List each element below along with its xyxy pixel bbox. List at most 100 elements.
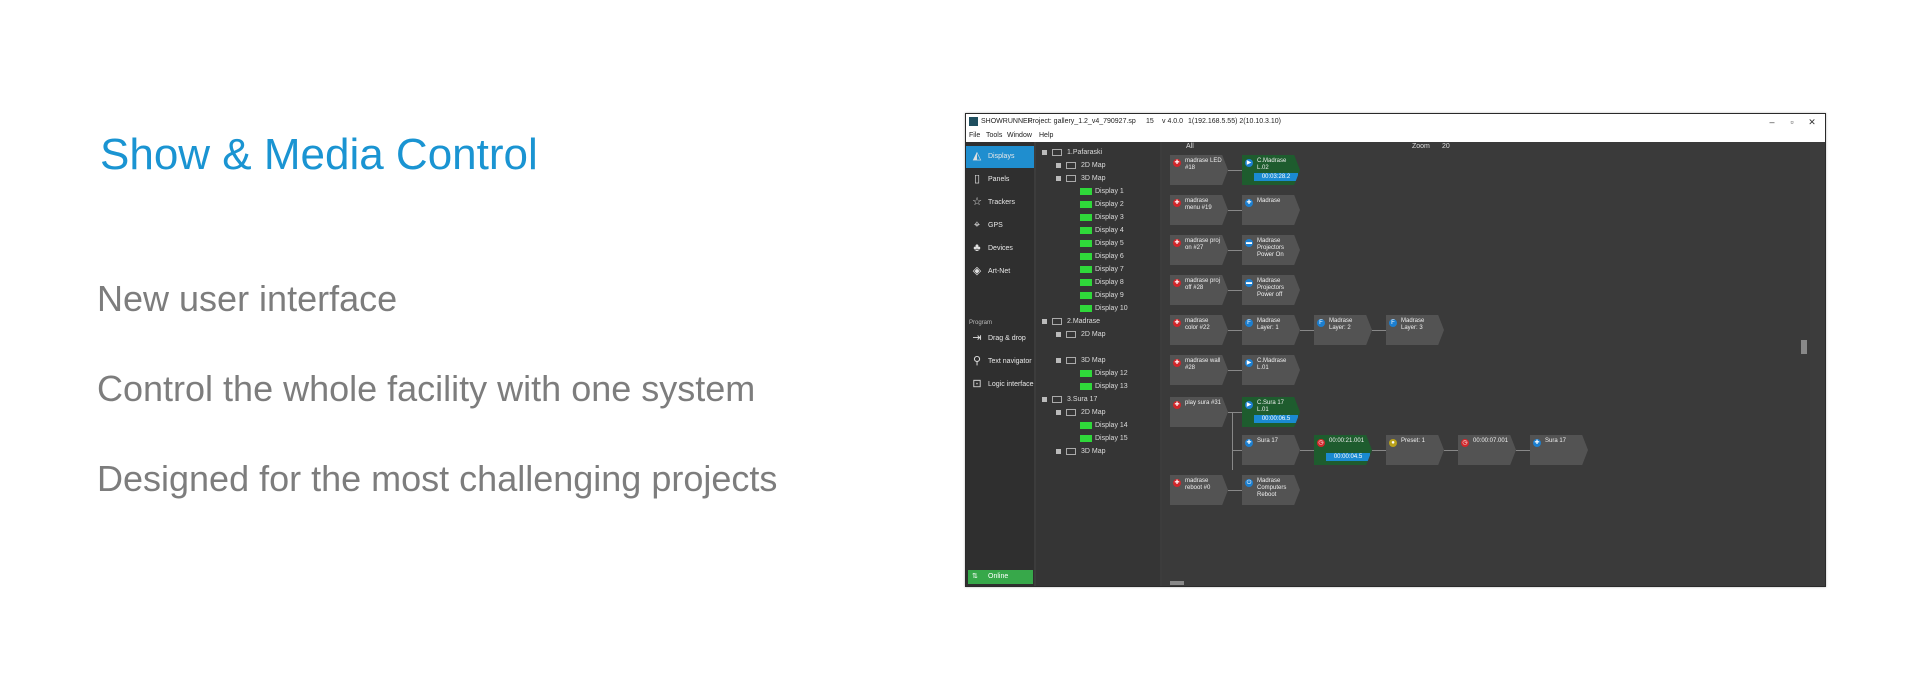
- sidebar-item-panels[interactable]: ▯ Panels: [966, 169, 1034, 191]
- node-title: Madrase Layer: 2: [1329, 318, 1353, 331]
- drag-drop-icon: ⇥: [972, 332, 982, 344]
- expand-toggle-icon[interactable]: [1056, 163, 1061, 168]
- logic-node[interactable]: ✚ madrase wall #28: [1170, 355, 1228, 385]
- tree-item-map[interactable]: 3D Map: [1036, 446, 1160, 458]
- slide-headline: Show & Media Control: [100, 130, 538, 179]
- sidebar-item-logic-interface[interactable]: ⊡ Logic interface: [966, 374, 1034, 396]
- node-connector: [1228, 290, 1242, 291]
- zoom-value[interactable]: 20: [1442, 143, 1450, 150]
- logic-node[interactable]: ▶ C.Sura 17 L.01 00:00:06.5: [1242, 397, 1300, 427]
- tree-item-group[interactable]: 1.Pafaraski: [1036, 147, 1160, 159]
- minimize-button[interactable]: –: [1762, 114, 1782, 130]
- expand-toggle-icon[interactable]: [1042, 150, 1047, 155]
- logic-node[interactable]: ● Preset: 1: [1386, 435, 1444, 465]
- action-icon: F: [1317, 319, 1325, 327]
- logic-node[interactable]: ▬ Madrase Projectors Power off: [1242, 275, 1300, 305]
- expand-toggle-icon[interactable]: [1056, 332, 1061, 337]
- node-title: Madrase Layer: 3: [1401, 318, 1425, 331]
- tree-item-display[interactable]: Display 13: [1036, 381, 1160, 393]
- logic-node[interactable]: ✚ play sura #31: [1170, 397, 1228, 427]
- vertical-scrollbar[interactable]: [1800, 142, 1808, 586]
- tree-item-display[interactable]: Display 3: [1036, 212, 1160, 224]
- logic-canvas[interactable]: All Zoom 20 ✚ madrase LED #18 ▶ C.Madrase L…: [1162, 142, 1810, 586]
- sidebar-item-label: Trackers: [988, 199, 1015, 206]
- tree-item-map[interactable]: 2D Map: [1036, 407, 1160, 419]
- display-icon: [1080, 435, 1092, 442]
- tree-item-label: 2D Map: [1081, 162, 1106, 169]
- logic-node[interactable]: F Madrase Layer: 1: [1242, 315, 1300, 345]
- tree-item-map[interactable]: 3D Map: [1036, 173, 1160, 185]
- close-button[interactable]: ✕: [1802, 114, 1822, 130]
- logic-node[interactable]: ◷ 00:00:21.001 00:00:04.5: [1314, 435, 1372, 465]
- tree-item-display[interactable]: Display 2: [1036, 199, 1160, 211]
- expand-toggle-icon[interactable]: [1042, 397, 1047, 402]
- tree-item-group[interactable]: 3.Sura 17: [1036, 394, 1160, 406]
- person-icon: ☆: [972, 196, 982, 208]
- logic-node[interactable]: ✚ Sura 17: [1530, 435, 1588, 465]
- tree-item-display[interactable]: Display 1: [1036, 186, 1160, 198]
- display-icon: [1080, 292, 1092, 299]
- sidebar-item-drag-drop[interactable]: ⇥ Drag & drop: [966, 328, 1034, 350]
- display-icon: [1080, 240, 1092, 247]
- map-icon: [1066, 331, 1076, 338]
- horizontal-scrollbar[interactable]: [1164, 580, 1804, 586]
- sidebar-item-text-navigator[interactable]: ⚲ Text navigator: [966, 351, 1034, 373]
- tree-item-display[interactable]: Display 7: [1036, 264, 1160, 276]
- tree-item-label: 3.Sura 17: [1067, 396, 1098, 403]
- tree-item-label: Display 15: [1095, 435, 1128, 442]
- online-status-button[interactable]: ⇅ Online: [968, 570, 1033, 584]
- expand-toggle-icon[interactable]: [1042, 319, 1047, 324]
- artnet-icon: ◈: [972, 265, 982, 277]
- sidebar-item-gps[interactable]: ⌖ GPS: [966, 215, 1034, 237]
- maximize-button[interactable]: ▫: [1782, 114, 1802, 130]
- tree-item-display[interactable]: Display 10: [1036, 303, 1160, 315]
- logic-node[interactable]: ✚ madrase color #22: [1170, 315, 1228, 345]
- logic-node[interactable]: ✚ madrase proj on #27: [1170, 235, 1228, 265]
- expand-toggle-icon[interactable]: [1056, 358, 1061, 363]
- menu-help[interactable]: Help: [1039, 130, 1053, 142]
- scroll-thumb[interactable]: [1801, 340, 1807, 354]
- tree-item-display[interactable]: Display 4: [1036, 225, 1160, 237]
- expand-toggle-icon[interactable]: [1056, 449, 1061, 454]
- tree-item-group[interactable]: 2.Madrase: [1036, 316, 1160, 328]
- expand-toggle-icon[interactable]: [1056, 176, 1061, 181]
- sidebar-item-devices[interactable]: ♣ Devices: [966, 238, 1034, 260]
- menu-file[interactable]: File: [969, 130, 980, 142]
- tree-item-display[interactable]: Display 8: [1036, 277, 1160, 289]
- logic-node[interactable]: ✚ madrase proj off #28: [1170, 275, 1228, 305]
- logic-node[interactable]: ▶ C.Madrase L.02 00:03:28.2: [1242, 155, 1300, 185]
- logic-node[interactable]: ✚ madrase reboot #0: [1170, 475, 1228, 505]
- tree-item-display[interactable]: Display 6: [1036, 251, 1160, 263]
- logic-node[interactable]: ▶ C.Madrase L.01: [1242, 355, 1300, 385]
- logic-node[interactable]: F Madrase Layer: 2: [1314, 315, 1372, 345]
- sidebar-item-trackers[interactable]: ☆ Trackers: [966, 192, 1034, 214]
- scroll-thumb[interactable]: [1170, 581, 1184, 585]
- tree-item-map[interactable]: 2D Map: [1036, 329, 1160, 341]
- logic-node[interactable]: ◷ 00:00:07.001: [1458, 435, 1516, 465]
- tree-item-display[interactable]: Display 14: [1036, 420, 1160, 432]
- logic-node[interactable]: ⏻ Madrase Computers Reboot: [1242, 475, 1300, 505]
- tree-item-display[interactable]: Display 12: [1036, 368, 1160, 380]
- menu-tools[interactable]: Tools: [986, 130, 1002, 142]
- tree-item-display[interactable]: Display 5: [1036, 238, 1160, 250]
- tree-item-map[interactable]: 2D Map: [1036, 160, 1160, 172]
- tree-item-display[interactable]: Display 9: [1036, 290, 1160, 302]
- sidebar-item-displays[interactable]: ◭ Displays: [966, 146, 1034, 168]
- logic-node[interactable]: ▬ Madrase Projectors Power On: [1242, 235, 1300, 265]
- tree-item-map[interactable]: 3D Map: [1036, 355, 1160, 367]
- node-connector: [1300, 330, 1314, 331]
- logic-node[interactable]: ✚ madrase menu #19: [1170, 195, 1228, 225]
- node-connector: [1228, 412, 1242, 413]
- tree-item-display[interactable]: Display 15: [1036, 433, 1160, 445]
- tablet-icon: ▯: [973, 173, 981, 185]
- action-icon: F: [1389, 319, 1397, 327]
- logic-node[interactable]: ✚ Sura 17: [1242, 435, 1300, 465]
- logic-node[interactable]: F Madrase Layer: 3: [1386, 315, 1444, 345]
- logic-node[interactable]: ✚ madrase LED #18: [1170, 155, 1228, 185]
- logic-node[interactable]: ✚ Madrase: [1242, 195, 1300, 225]
- menu-window[interactable]: Window: [1007, 130, 1032, 142]
- sidebar-item-artnet[interactable]: ◈ Art-Net: [966, 261, 1034, 283]
- tree-item-label: 2D Map: [1081, 331, 1106, 338]
- filter-all[interactable]: All: [1186, 143, 1194, 150]
- expand-toggle-icon[interactable]: [1056, 410, 1061, 415]
